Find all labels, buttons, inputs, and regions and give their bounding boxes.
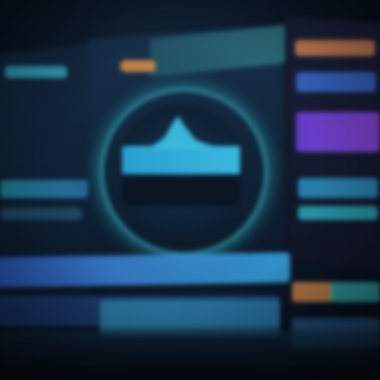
vignette-overlay [0, 0, 380, 380]
